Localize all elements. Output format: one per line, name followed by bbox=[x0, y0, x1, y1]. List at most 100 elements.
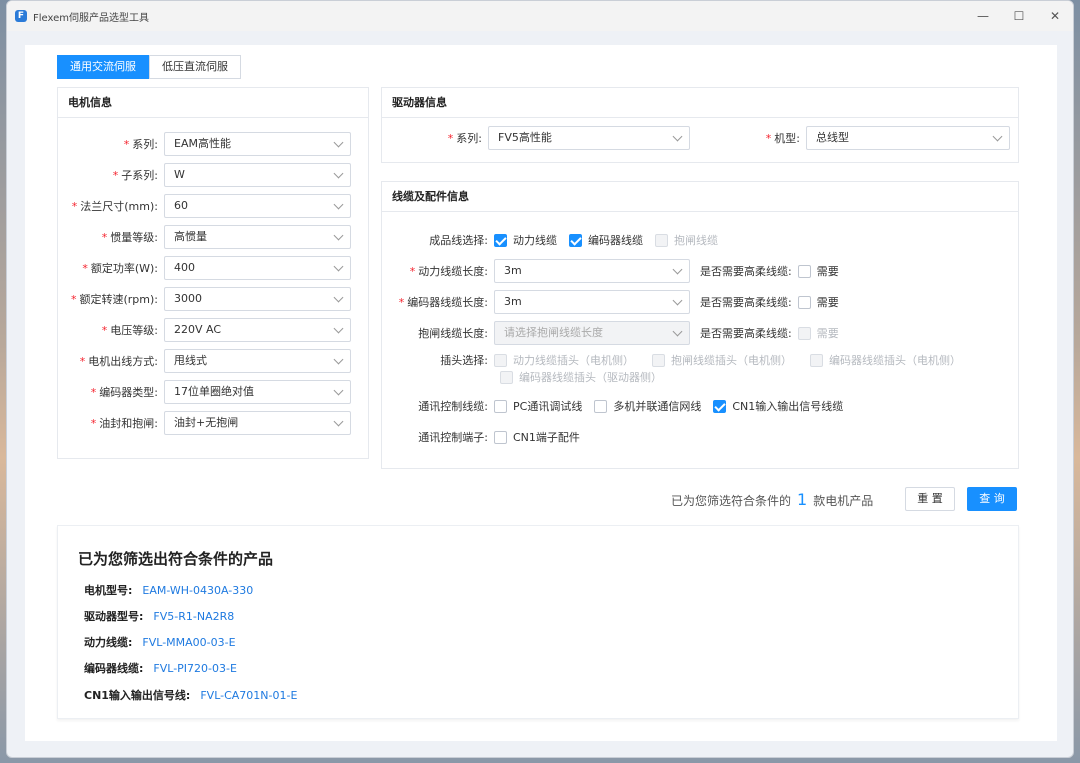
power-length-label: 动力线缆长度: bbox=[418, 265, 488, 278]
plug-label: 插头选择: bbox=[440, 354, 488, 367]
brake-length-row: 抱闸线缆长度: 请选择抱闸线缆长度 是否需要高柔线缆: 需要 bbox=[382, 321, 851, 345]
product-cable-row: 成品线选择: 动力线缆 编码器线缆 抱闸线缆 bbox=[382, 228, 730, 252]
result-cn1-cable: CN1输入输出信号线: FVL-CA701N-01-E bbox=[84, 689, 298, 702]
plug-encoder-motor-checkbox: 编码器线缆插头（电机侧） bbox=[810, 352, 961, 368]
result-power-cable: 动力线缆: FVL-MMA00-03-E bbox=[84, 636, 236, 649]
motor-flange-size-row: * 法兰尺寸(mm): 60 bbox=[58, 194, 351, 218]
window-controls: — ☐ ✕ bbox=[965, 1, 1073, 31]
motor-rated-power-label: 额定功率(W): bbox=[90, 262, 158, 275]
brake-length-label: 抱闸线缆长度: bbox=[418, 327, 488, 340]
motor-encoder-type-row: * 编码器类型: 17位单圈绝对值 bbox=[58, 380, 351, 404]
driver-model-select[interactable]: 总线型 bbox=[806, 126, 1010, 150]
motor-rated-power-row: * 额定功率(W): 400 bbox=[58, 256, 351, 280]
encoder-flex-checkbox[interactable]: 需要 bbox=[797, 294, 839, 310]
brake-flex-checkbox: 需要 bbox=[797, 325, 839, 341]
encoder-length-label: 编码器线缆长度: bbox=[407, 296, 488, 309]
motor-encoder-type-select[interactable]: 17位单圈绝对值 bbox=[164, 380, 351, 404]
driver-info-card: 驱动器信息 * 系列: FV5高性能 * 机型: 总线型 bbox=[381, 87, 1019, 163]
motor-info-card: 电机信息 * 系列: EAM高性能 * 子系列: W * 法兰尺寸(mm): 60 * 惯量等级: 高… bbox=[57, 87, 369, 459]
chevron-down-icon bbox=[672, 131, 683, 142]
cable-info-card: 线缆及配件信息 成品线选择: 动力线缆 编码器线缆 抱闸线缆 * 动力线缆长度: … bbox=[381, 181, 1019, 469]
main-content: 通用交流伺服 低压直流伺服 电机信息 * 系列: EAM高性能 * 子系列: W * 法兰尺寸… bbox=[25, 45, 1057, 741]
query-button[interactable]: 查 询 bbox=[967, 487, 1017, 511]
encoder-length-row: * 编码器线缆长度: 3m 是否需要高柔线缆: 需要 bbox=[382, 290, 851, 314]
chevron-down-icon bbox=[333, 354, 344, 365]
brake-flex-label: 是否需要高柔线缆: bbox=[700, 327, 792, 340]
tab-dc-servo[interactable]: 低压直流伺服 bbox=[149, 55, 241, 79]
checkbox-icon bbox=[494, 430, 507, 444]
driver-series-select[interactable]: FV5高性能 bbox=[488, 126, 690, 150]
driver-series-label: 系列: bbox=[456, 132, 482, 145]
result-panel: 已为您筛选出符合条件的产品 电机型号: EAM-WH-0430A-330 驱动器型… bbox=[57, 525, 1019, 719]
cn1-terminal-checkbox[interactable]: CN1端子配件 bbox=[494, 429, 580, 445]
chevron-down-icon bbox=[333, 261, 344, 272]
motor-series-row: * 系列: EAM高性能 bbox=[58, 132, 351, 156]
minimize-icon[interactable]: — bbox=[965, 1, 1001, 31]
chevron-down-icon bbox=[672, 264, 683, 275]
result-count: 1 bbox=[797, 490, 808, 509]
motor-wiring-type-label: 电机出线方式: bbox=[88, 355, 158, 368]
power-flex-checkbox[interactable]: 需要 bbox=[797, 263, 839, 279]
checkbox-disabled-icon bbox=[797, 326, 811, 340]
motor-oil-seal-brake-select[interactable]: 油封+无抱闸 bbox=[164, 411, 351, 435]
driver-info-header: 驱动器信息 bbox=[382, 88, 1018, 118]
encoder-length-select[interactable]: 3m bbox=[494, 290, 690, 314]
motor-rated-speed-label: 额定转速(rpm): bbox=[79, 293, 158, 306]
checkbox-disabled-icon bbox=[500, 370, 513, 384]
multi-network-cable-checkbox[interactable]: 多机并联通信网线 bbox=[594, 398, 701, 414]
chevron-down-icon bbox=[333, 323, 344, 334]
motor-voltage-level-select[interactable]: 220V AC bbox=[164, 318, 351, 342]
checkbox-disabled-icon bbox=[810, 353, 823, 367]
driver-model-label: 机型: bbox=[774, 132, 800, 145]
cable-info-header: 线缆及配件信息 bbox=[382, 182, 1018, 212]
plug-encoder-driver-checkbox: 编码器线缆插头（驱动器侧） bbox=[500, 369, 662, 385]
app-logo-icon: F bbox=[15, 10, 27, 22]
power-cable-checkbox[interactable]: 动力线缆 bbox=[494, 232, 557, 248]
motor-voltage-level-row: * 电压等级: 220V AC bbox=[58, 318, 351, 342]
motor-wiring-type-select[interactable]: 甩线式 bbox=[164, 349, 351, 373]
app-window: F Flexem伺服产品选型工具 — ☐ ✕ 通用交流伺服 低压直流伺服 电机信… bbox=[6, 0, 1074, 758]
chevron-down-icon bbox=[333, 416, 344, 427]
motor-series-select[interactable]: EAM高性能 bbox=[164, 132, 351, 156]
power-length-row: * 动力线缆长度: 3m 是否需要高柔线缆: 需要 bbox=[382, 259, 851, 283]
motor-flange-size-label: 法兰尺寸(mm): bbox=[80, 200, 158, 213]
motor-inertia-level-row: * 惯量等级: 高惯量 bbox=[58, 225, 351, 249]
motor-inertia-level-select[interactable]: 高惯量 bbox=[164, 225, 351, 249]
motor-voltage-level-label: 电压等级: bbox=[110, 324, 158, 337]
product-cable-label: 成品线选择: bbox=[429, 234, 488, 247]
filter-summary: 已为您筛选符合条件的 1 款电机产品 bbox=[671, 490, 874, 509]
maximize-icon[interactable]: ☐ bbox=[1001, 1, 1037, 31]
checkbox-checked-icon bbox=[494, 233, 507, 247]
comm-cable-label: 通讯控制线缆: bbox=[418, 400, 488, 413]
result-title: 已为您筛选出符合条件的产品 bbox=[78, 550, 274, 568]
motor-sub-series-select[interactable]: W bbox=[164, 163, 351, 187]
reset-button[interactable]: 重 置 bbox=[905, 487, 955, 511]
result-encoder-cable: 编码器线缆: FVL-PI720-03-E bbox=[84, 662, 237, 675]
motor-rated-speed-row: * 额定转速(rpm): 3000 bbox=[58, 287, 351, 311]
encoder-cable-checkbox[interactable]: 编码器线缆 bbox=[569, 232, 643, 248]
motor-encoder-type-label: 编码器类型: bbox=[99, 386, 158, 399]
motor-rated-power-select[interactable]: 400 bbox=[164, 256, 351, 280]
window-title: Flexem伺服产品选型工具 bbox=[33, 12, 150, 24]
power-length-select[interactable]: 3m bbox=[494, 259, 690, 283]
motor-series-label: 系列: bbox=[132, 138, 158, 151]
driver-model-row: * 机型: 总线型 bbox=[762, 126, 1010, 150]
chevron-down-icon bbox=[333, 230, 344, 241]
pc-debug-cable-checkbox[interactable]: PC通讯调试线 bbox=[494, 398, 582, 414]
driver-series-row: * 系列: FV5高性能 bbox=[382, 126, 690, 150]
motor-flange-size-select[interactable]: 60 bbox=[164, 194, 351, 218]
motor-sub-series-row: * 子系列: W bbox=[58, 163, 351, 187]
brake-length-select: 请选择抱闸线缆长度 bbox=[494, 321, 690, 345]
tab-ac-servo[interactable]: 通用交流伺服 bbox=[57, 55, 149, 79]
checkbox-disabled-icon bbox=[655, 233, 668, 247]
checkbox-icon bbox=[494, 399, 507, 413]
chevron-down-icon bbox=[333, 292, 344, 303]
close-icon[interactable]: ✕ bbox=[1037, 1, 1073, 31]
checkbox-icon bbox=[594, 399, 608, 413]
cn1-signal-cable-checkbox[interactable]: CN1输入输出信号线缆 bbox=[713, 398, 843, 414]
motor-rated-speed-select[interactable]: 3000 bbox=[164, 287, 351, 311]
checkbox-icon bbox=[797, 295, 811, 309]
comm-terminal-label: 通讯控制端子: bbox=[418, 431, 488, 444]
checkbox-checked-icon bbox=[569, 233, 582, 247]
checkbox-icon bbox=[797, 264, 811, 278]
